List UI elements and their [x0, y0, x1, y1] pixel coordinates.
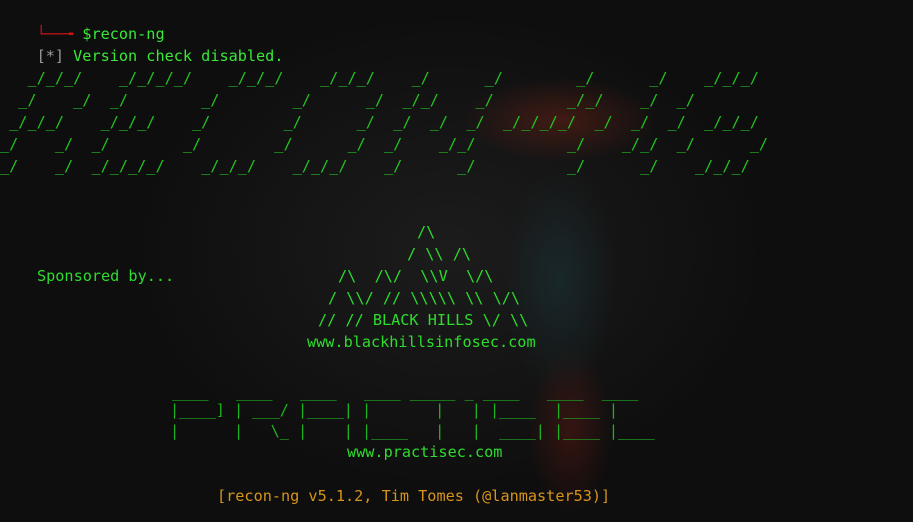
status-message: Version check disabled.	[64, 47, 284, 65]
prompt-line: └──╼ $recon-ng	[0, 1, 165, 43]
bhis-logo-line: / \\ /\	[407, 245, 472, 263]
bhis-logo-line: /\ /\/ \\V \/\	[338, 267, 494, 285]
banner-line: _/_/_/ _/_/_/_/ _/_/_/ _/_/_/ _/ _/ _/ _…	[0, 69, 759, 87]
sponsored-by-label: Sponsored by...	[37, 267, 175, 285]
status-prefix: [*]	[36, 47, 65, 65]
version-info: [recon-ng v5.1.2, Tim Tomes (@lanmaster5…	[217, 487, 611, 505]
practisec-logo-line: |____] | ___/ |____| | | | |____ |____ |	[170, 401, 619, 419]
bhis-logo-line: /\	[417, 223, 436, 241]
bhis-logo-line: / \\/ // \\\\\ \\ \/\	[328, 289, 521, 307]
practisec-url: www.practisec.com	[347, 443, 503, 461]
banner-line: _/_/_/ _/_/_/ _/ _/ _/ _/ _/ _/ _/_/_/_/…	[0, 113, 759, 131]
banner-line: _/ _/ _/_/_/_/ _/_/_/ _/_/_/ _/ _/ _/ _/…	[0, 157, 750, 175]
terminal-window[interactable]: └──╼ $recon-ng [*] Version check disable…	[0, 0, 913, 522]
sponsor-url: www.blackhillsinfosec.com	[307, 333, 536, 351]
status-line: [*] Version check disabled.	[0, 23, 284, 65]
bhis-logo-line: // // BLACK HILLS \/ \\	[318, 311, 529, 329]
practisec-logo-line: | | \_ | | |____ | | ____| |____ |____	[170, 422, 655, 440]
banner-line: _/ _/ _/ _/ _/ _/ _/_/ _/ _/_/ _/ _/	[0, 91, 695, 109]
banner-line: _/ _/ _/ _/ _/ _/ _/ _/_/ _/ _/_/ _/ _/	[0, 135, 769, 153]
